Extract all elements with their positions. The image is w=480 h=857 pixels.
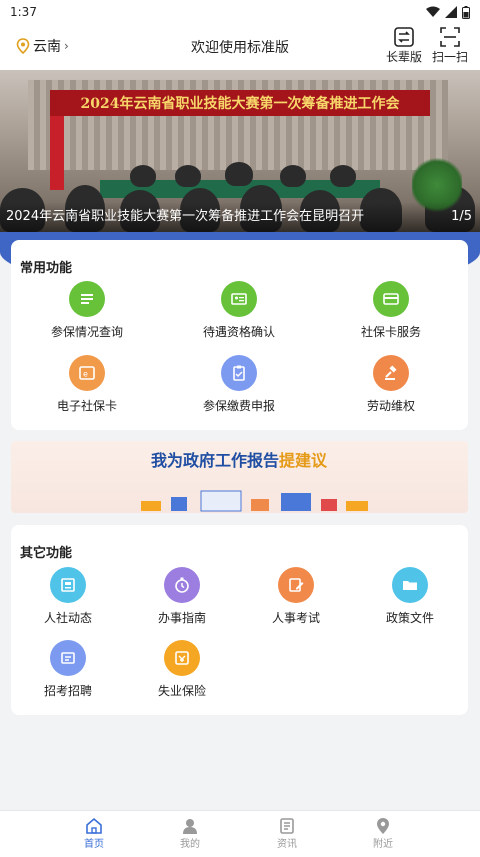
svg-text:e: e: [83, 370, 88, 379]
card-icon: [373, 281, 409, 317]
promo-banner[interactable]: 我为政府工作报告提建议: [11, 441, 468, 513]
elder-mode-button[interactable]: 长辈版: [386, 26, 422, 65]
tab-home[interactable]: 首页: [69, 817, 119, 850]
func-benefit-qualification[interactable]: 待遇资格确认: [184, 281, 294, 340]
clipboard-icon: [221, 355, 257, 391]
scan-button[interactable]: 扫一扫: [432, 26, 468, 65]
promo-text: 我为政府工作报告: [151, 451, 280, 470]
func-unemployment-insurance[interactable]: 失业保险: [127, 640, 237, 699]
func-labor-rights[interactable]: 劳动维权: [336, 355, 446, 414]
flag-decoration: [50, 110, 64, 190]
banner-caption: 2024年云南省职业技能大赛第一次筹备推进工作会在昆明召开: [6, 209, 365, 224]
clock-icon: [164, 567, 200, 603]
signal-icon: [445, 6, 457, 18]
elder-mode-icon: [394, 27, 414, 47]
news-banner[interactable]: 2024年云南省职业技能大赛第一次筹备推进工作会 2024年云南省职业技能大赛第…: [0, 70, 480, 232]
tab-nearby[interactable]: 附近: [358, 817, 408, 850]
func-payment-declaration[interactable]: 参保缴费申报: [184, 355, 294, 414]
bottom-tab-bar: 首页 我的 资讯 附近: [0, 810, 480, 857]
folder-icon: [392, 567, 428, 603]
func-social-card-service[interactable]: 社保卡服务: [336, 281, 446, 340]
edit-icon: [278, 567, 314, 603]
battery-icon: [462, 5, 470, 19]
other-functions-title: 其它功能: [20, 546, 73, 561]
func-policy-documents[interactable]: 政策文件: [355, 567, 465, 626]
home-icon: [86, 817, 102, 834]
func-recruitment[interactable]: 招考招聘: [13, 640, 123, 699]
tab-profile[interactable]: 我的: [165, 817, 215, 850]
id-card-icon: [221, 281, 257, 317]
news-icon: [50, 567, 86, 603]
gavel-icon: [373, 355, 409, 391]
common-functions-title: 常用功能: [20, 261, 73, 276]
insurance-icon: [164, 640, 200, 676]
func-e-social-card[interactable]: e 电子社保卡: [32, 355, 142, 414]
common-functions-card: 常用功能 参保情况查询 待遇资格确认 社保卡服务 e 电子社保卡 参保缴费申报 …: [11, 240, 468, 430]
wifi-icon: [426, 6, 440, 17]
banner-headline: 2024年云南省职业技能大赛第一次筹备推进工作会: [50, 90, 430, 116]
promo-accent-text: 提建议: [279, 451, 328, 470]
location-icon: [377, 818, 389, 834]
func-insurance-query[interactable]: 参保情况查询: [32, 281, 142, 340]
banner-pager: 1/5: [451, 209, 472, 224]
func-personnel-exam[interactable]: 人事考试: [241, 567, 351, 626]
tab-news[interactable]: 资讯: [262, 817, 312, 850]
status-bar: 1:37: [0, 0, 480, 24]
list-icon: [69, 281, 105, 317]
recruit-icon: [50, 640, 86, 676]
promo-illustration: [141, 490, 368, 512]
other-functions-card: 其它功能 人社动态 办事指南 人事考试 政策文件 招考招聘 失业保险: [11, 525, 468, 715]
elder-mode-label: 长辈版: [386, 50, 423, 64]
func-service-guide[interactable]: 办事指南: [127, 567, 237, 626]
app-header: 云南 › 欢迎使用标准版 长辈版 扫一扫: [0, 24, 480, 70]
scan-label: 扫一扫: [432, 50, 469, 64]
e-card-icon: e: [69, 355, 105, 391]
news-tab-icon: [280, 818, 294, 834]
status-time: 1:37: [10, 5, 37, 19]
scan-icon: [440, 27, 460, 47]
func-hr-news[interactable]: 人社动态: [13, 567, 123, 626]
user-icon: [183, 819, 197, 834]
